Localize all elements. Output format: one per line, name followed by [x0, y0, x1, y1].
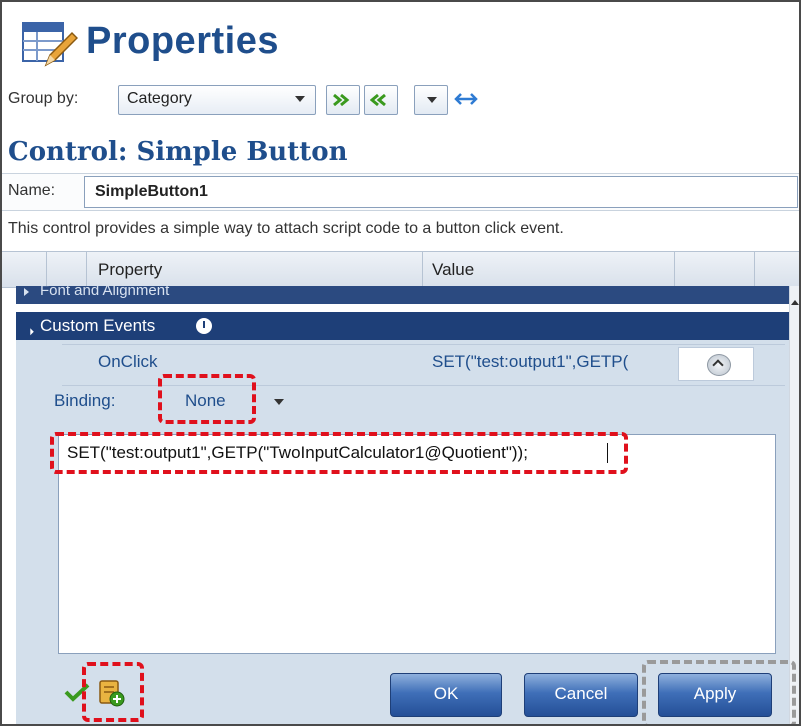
highlight-apply-button — [642, 660, 796, 724]
chevron-down-icon — [427, 97, 437, 103]
toolbar-dropdown-button[interactable] — [414, 85, 448, 115]
properties-window: Properties Group by: Category Control: S… — [0, 0, 801, 726]
properties-icon — [20, 19, 79, 69]
chevron-down-icon[interactable] — [274, 399, 284, 405]
expand-all-icon — [333, 93, 350, 107]
column-header-value[interactable]: Value — [432, 260, 474, 280]
collapse-all-icon — [370, 93, 386, 107]
group-by-label: Group by: — [8, 90, 79, 107]
binding-label: Binding: — [54, 391, 116, 410]
event-name: OnClick — [98, 352, 158, 371]
vertical-scrollbar[interactable] — [789, 286, 799, 724]
highlight-binding-none — [158, 374, 256, 424]
cancel-button[interactable]: Cancel — [524, 673, 638, 717]
event-editor-toggle-cell — [678, 347, 754, 381]
resize-width-icon[interactable] — [454, 92, 478, 111]
expand-arrow-icon — [24, 288, 29, 296]
name-label: Name: — [8, 182, 56, 199]
highlight-script-icon — [82, 662, 144, 722]
control-section-title: Control: Simple Button — [8, 137, 348, 167]
group-by-select[interactable]: Category — [118, 85, 316, 115]
collapse-arrow-icon — [23, 324, 34, 336]
group-by-value: Category — [127, 90, 192, 107]
scroll-up-arrow-icon[interactable] — [791, 300, 799, 305]
category-font-and-alignment[interactable]: Font and Alignment — [16, 286, 789, 304]
column-header-property[interactable]: Property — [98, 260, 162, 280]
category-custom-events[interactable]: Custom Events — [16, 312, 789, 340]
ok-button[interactable]: OK — [390, 673, 502, 717]
panel-title: Properties — [86, 20, 279, 62]
expand-all-button[interactable] — [326, 85, 360, 115]
event-value: SET("test:output1",GETP( — [432, 352, 629, 371]
collapse-editor-button[interactable] — [707, 354, 731, 376]
category-label: Font and Alignment — [40, 286, 170, 299]
highlight-script-code — [50, 432, 628, 474]
category-label: Custom Events — [40, 316, 156, 335]
control-name-value: SimpleButton1 — [95, 183, 208, 200]
collapse-all-button[interactable] — [364, 85, 398, 115]
info-icon[interactable] — [196, 318, 212, 334]
chevron-down-icon — [295, 96, 305, 102]
control-description: This control provides a simple way to at… — [8, 220, 564, 237]
property-grid-header: Property Value — [2, 251, 799, 288]
control-name-field[interactable]: SimpleButton1 — [84, 176, 798, 208]
